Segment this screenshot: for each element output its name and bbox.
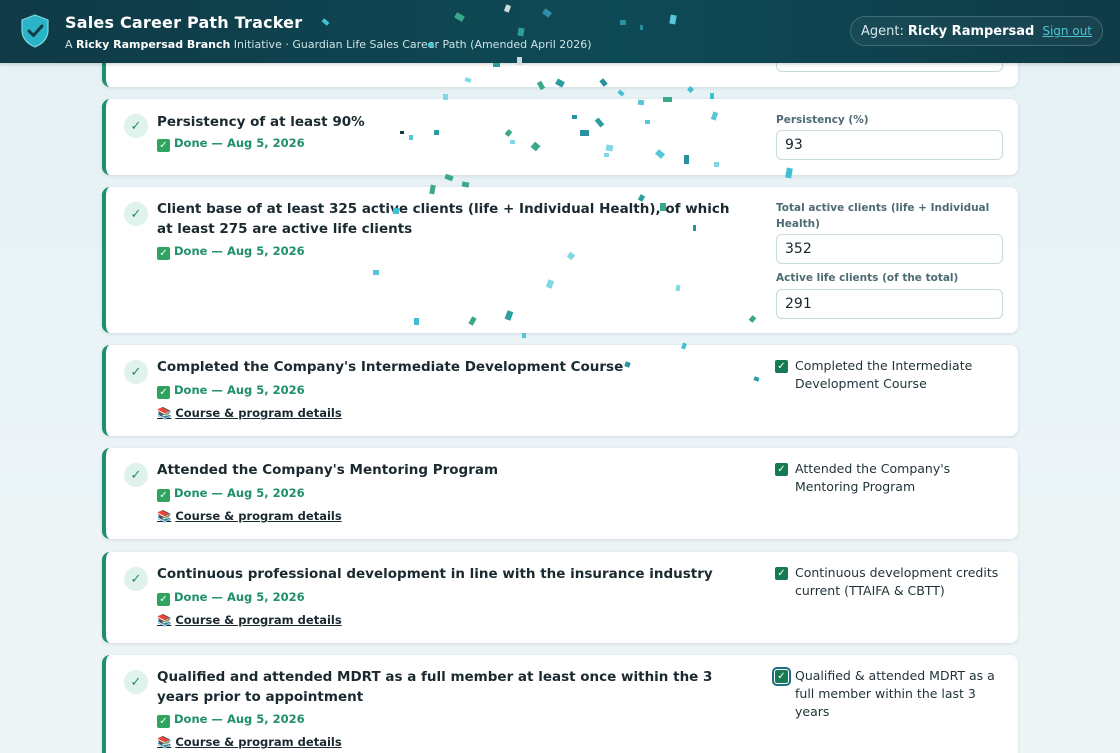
cpd-checkbox-row[interactable]: ✓ Continuous development credits current… <box>775 564 1010 600</box>
requirement-card-mdrt: ✓ Qualified and attended MDRT as a full … <box>102 655 1018 753</box>
status-badge: ✓ Done — Aug 5, 2026 <box>157 590 305 606</box>
shield-check-icon <box>21 14 49 48</box>
mentoring-checkbox-row[interactable]: ✓ Attended the Company's Mentoring Progr… <box>775 460 1010 496</box>
status-text: Done — Aug 5, 2026 <box>174 383 305 397</box>
check-icon: ✓ <box>124 567 148 591</box>
status-text: Done — Aug 5, 2026 <box>174 136 305 150</box>
requirement-title: Qualified and attended MDRT as a full me… <box>157 669 713 705</box>
done-check-icon: ✓ <box>157 715 170 728</box>
requirement-card-client-base: ✓ Client base of at least 325 active cli… <box>102 187 1018 333</box>
intermediate-course-checkbox-row[interactable]: ✓ Completed the Intermediate Development… <box>775 357 1010 393</box>
agent-name: Ricky Rampersad <box>907 23 1035 39</box>
course-details-link[interactable]: 📚 Course & program details <box>157 735 342 749</box>
done-check-icon: ✓ <box>157 247 170 260</box>
requirement-title: Continuous professional development in l… <box>157 566 713 582</box>
details-text: Course & program details <box>175 735 342 749</box>
page-title: Sales Career Path Tracker <box>65 13 303 32</box>
total-clients-input[interactable] <box>776 234 1003 264</box>
checkbox-checked-focused[interactable]: ✓ <box>772 667 791 686</box>
confetti-piece <box>617 89 625 97</box>
status-badge: ✓ Done — Aug 5, 2026 <box>157 136 305 152</box>
done-check-icon: ✓ <box>157 489 170 502</box>
brand: Sales Career Path Tracker A Ricky Ramper… <box>65 13 592 51</box>
done-check-icon: ✓ <box>157 593 170 606</box>
subtitle-prefix: A <box>65 38 77 51</box>
course-details-link[interactable]: 📚 Course & program details <box>157 509 342 523</box>
subtitle-branch: Ricky Rampersad Branch <box>76 38 231 51</box>
subtitle-suffix: Initiative · Guardian Life Sales Career … <box>230 38 592 51</box>
agent-box: Agent: Ricky Rampersad Sign out <box>850 16 1103 46</box>
requirement-title: Completed the Company's Intermediate Dev… <box>157 359 624 375</box>
book-icon: 📚 <box>157 613 172 627</box>
book-icon: 📚 <box>157 735 172 749</box>
check-icon: ✓ <box>124 114 148 138</box>
checkbox-label: Attended the Company's Mentoring Program <box>795 461 951 494</box>
checkbox-label: Qualified & attended MDRT as a full memb… <box>795 668 995 719</box>
requirement-card-persistency: ✓ Persistency of at least 90% ✓ Done — Au… <box>102 99 1018 175</box>
agent-label: Agent: <box>861 23 904 39</box>
details-text: Course & program details <box>175 509 342 523</box>
total-clients-label: Total active clients (life + Individual … <box>776 202 990 230</box>
check-icon: ✓ <box>124 670 148 694</box>
done-check-icon: ✓ <box>157 386 170 399</box>
status-text: Done — Aug 5, 2026 <box>174 712 305 726</box>
checkbox-checked[interactable]: ✓ <box>775 463 788 476</box>
requirement-card-intermediate-course: ✓ Completed the Company's Intermediate D… <box>102 345 1018 436</box>
checkbox-label: Completed the Intermediate Development C… <box>795 358 973 391</box>
status-text: Done — Aug 5, 2026 <box>174 486 305 500</box>
course-details-link[interactable]: 📚 Course & program details <box>157 406 342 420</box>
status-badge: ✓ Done — Aug 5, 2026 <box>157 244 305 260</box>
status-badge: ✓ Done — Aug 5, 2026 <box>157 712 305 728</box>
requirement-title: Client base of at least 325 active clien… <box>157 201 730 237</box>
details-text: Course & program details <box>175 613 342 627</box>
check-icon: ✓ <box>124 360 148 384</box>
requirement-card-mentoring: ✓ Attended the Company's Mentoring Progr… <box>102 448 1018 539</box>
page-subtitle: A Ricky Rampersad Branch Initiative · Gu… <box>65 38 592 51</box>
status-badge: ✓ Done — Aug 5, 2026 <box>157 383 305 399</box>
done-check-icon: ✓ <box>157 139 170 152</box>
check-icon: ✓ <box>124 202 148 226</box>
course-details-link[interactable]: 📚 Course & program details <box>157 613 342 627</box>
requirement-card-professional-development: ✓ Continuous professional development in… <box>102 552 1018 643</box>
mdrt-checkbox-row[interactable]: ✓ Qualified & attended MDRT as a full me… <box>772 667 1010 721</box>
status-text: Done — Aug 5, 2026 <box>174 244 305 258</box>
checkbox-label: Continuous development credits current (… <box>795 565 999 598</box>
status-badge: ✓ Done — Aug 5, 2026 <box>157 486 305 502</box>
book-icon: 📚 <box>157 509 172 523</box>
sign-out-link[interactable]: Sign out <box>1042 24 1092 38</box>
life-clients-label: Active life clients (of the total) <box>776 272 959 284</box>
app-header: Sales Career Path Tracker A Ricky Ramper… <box>0 0 1120 63</box>
book-icon: 📚 <box>157 406 172 420</box>
details-text: Course & program details <box>175 406 342 420</box>
checkbox-checked[interactable]: ✓ <box>775 360 788 373</box>
confetti-piece <box>686 85 695 94</box>
persistency-label: Persistency (%) <box>776 114 869 126</box>
checkbox-checked[interactable]: ✓ <box>775 567 788 580</box>
status-text: Done — Aug 5, 2026 <box>174 590 305 604</box>
requirement-title: Attended the Company's Mentoring Program <box>157 462 499 478</box>
check-icon: ✓ <box>124 463 148 487</box>
requirement-title: Persistency of at least 90% <box>157 114 365 130</box>
confetti-piece <box>522 333 526 338</box>
persistency-input[interactable] <box>776 130 1003 160</box>
life-clients-input[interactable] <box>776 289 1003 319</box>
